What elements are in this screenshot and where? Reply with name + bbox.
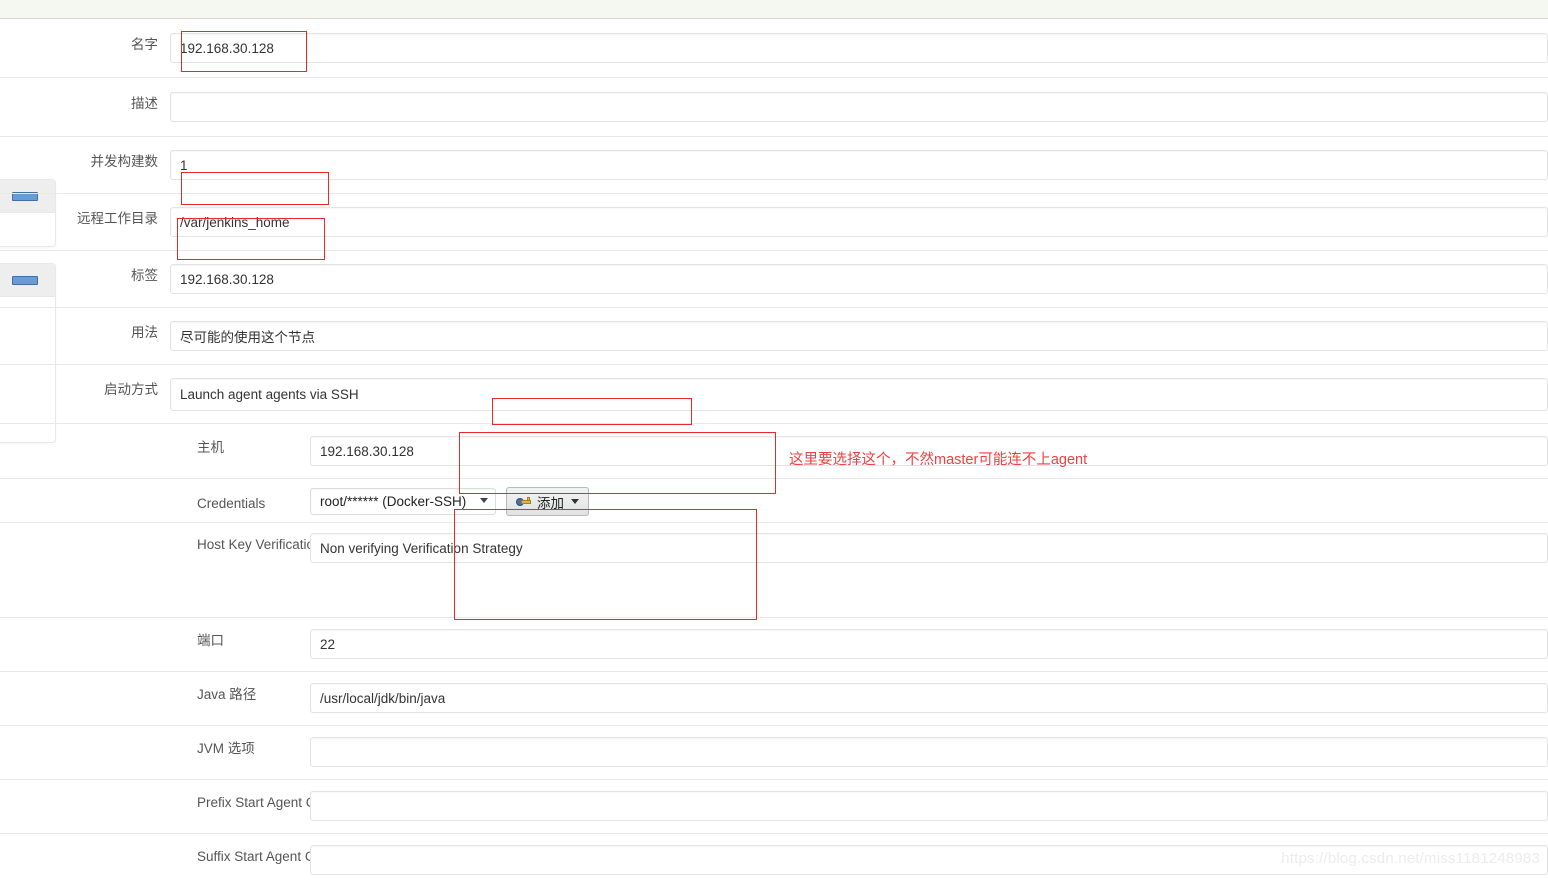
label-suffix-command: Suffix Start Agent Command xyxy=(197,849,368,864)
name-input[interactable] xyxy=(170,33,1548,63)
label-remote-root: 远程工作目录 xyxy=(77,211,158,226)
label-host: 主机 xyxy=(197,440,224,455)
chevron-down-icon xyxy=(480,498,488,503)
top-header-strip xyxy=(0,0,1548,19)
label-launch-method: 启动方式 xyxy=(104,382,158,397)
host-key-strategy-select[interactable] xyxy=(310,533,1548,563)
java-path-input[interactable] xyxy=(310,683,1548,713)
label-executors: 并发构建数 xyxy=(90,154,159,169)
page-root: 名字 描述 并发构建数 远程工作目录 xyxy=(0,0,1548,884)
label-prefix-command: Prefix Start Agent Command xyxy=(197,795,369,810)
form-row-credentials: Credentials root/****** (Docker-SSH) 添加 xyxy=(0,479,1548,522)
description-input[interactable] xyxy=(170,92,1548,122)
label-credentials: Credentials xyxy=(197,496,266,511)
form-row-remote-root: 远程工作目录 xyxy=(0,194,1548,237)
label-port: 端口 xyxy=(197,633,224,648)
label-java-path: Java 路径 xyxy=(197,687,257,702)
label-host-key-strategy: Host Key Verification Strategy xyxy=(197,537,376,552)
add-credentials-button[interactable]: 添加 xyxy=(506,487,589,516)
label-jvm-options: JVM 选项 xyxy=(197,741,255,756)
credentials-dropdown[interactable]: root/****** (Docker-SSH) xyxy=(310,488,496,515)
executors-input[interactable] xyxy=(170,150,1548,180)
key-icon xyxy=(516,496,532,508)
remote-root-input[interactable] xyxy=(170,207,1548,237)
form-row-port: 端口 xyxy=(0,618,1548,659)
label-name: 名字 xyxy=(131,37,158,52)
label-usage: 用法 xyxy=(131,325,158,340)
watermark-text: https://blog.csdn.net/miss1181248983 xyxy=(1281,850,1540,867)
form-row-usage: 用法 xyxy=(0,308,1548,351)
prefix-command-input[interactable] xyxy=(310,791,1548,821)
form-row-name: 名字 xyxy=(0,19,1548,63)
form-row-description: 描述 xyxy=(0,78,1548,122)
form-row-executors: 并发构建数 xyxy=(0,137,1548,180)
form-row-jvm-options: JVM 选项 xyxy=(0,726,1548,767)
form-row-prefix-command: Prefix Start Agent Command xyxy=(0,780,1548,821)
credentials-selected-value: root/****** (Docker-SSH) xyxy=(310,488,496,515)
form-row-launch-method: 启动方式 xyxy=(0,365,1548,411)
node-config-form: 名字 描述 并发构建数 远程工作目录 xyxy=(0,19,1548,884)
jvm-options-input[interactable] xyxy=(310,737,1548,767)
label-labels: 标签 xyxy=(131,268,158,283)
form-row-labels: 标签 xyxy=(0,251,1548,294)
usage-select[interactable] xyxy=(170,321,1548,351)
form-row-host: 主机 xyxy=(0,424,1548,466)
labels-input[interactable] xyxy=(170,264,1548,294)
chevron-down-icon xyxy=(571,499,579,504)
form-row-host-key-strategy: Host Key Verification Strategy xyxy=(0,523,1548,563)
port-input[interactable] xyxy=(310,629,1548,659)
add-credentials-label: 添加 xyxy=(537,495,564,511)
form-row-java-path: Java 路径 xyxy=(0,672,1548,713)
launch-method-select[interactable] xyxy=(170,378,1548,411)
annotation-note-host-key: 这里要选择这个，不然master可能连不上agent xyxy=(789,452,1088,468)
label-description: 描述 xyxy=(131,96,158,111)
